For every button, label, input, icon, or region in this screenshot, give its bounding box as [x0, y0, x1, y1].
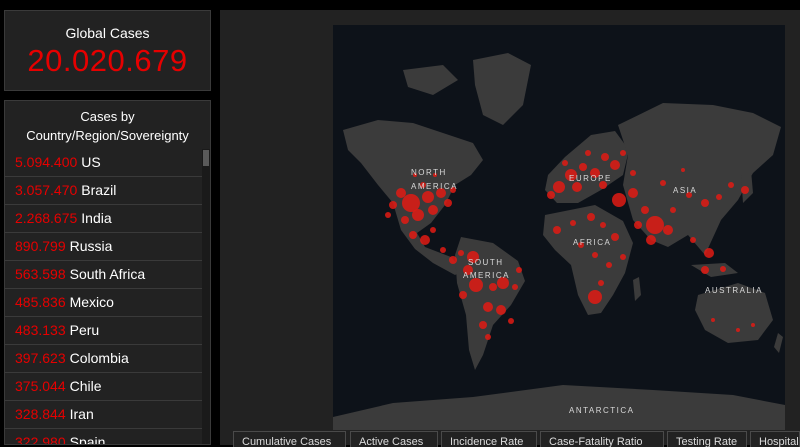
case-count: 483.133 — [15, 322, 66, 338]
list-item[interactable]: 483.133 Peru — [5, 317, 204, 345]
list-header-line2: Country/Region/Sovereignty — [26, 128, 189, 143]
list-item[interactable]: 890.799 Russia — [5, 233, 204, 261]
list-item[interactable]: 3.057.470 Brazil — [5, 177, 204, 205]
country-name: Peru — [69, 322, 100, 338]
case-count: 3.057.470 — [15, 182, 78, 198]
list-item[interactable]: 375.044 Chile — [5, 373, 204, 401]
list-scrollbar-thumb[interactable] — [203, 150, 209, 166]
country-name: Colombia — [69, 350, 129, 366]
list-item[interactable]: 2.268.675 India — [5, 205, 204, 233]
map-label-africa: AFRICA — [573, 238, 611, 247]
cases-by-country-panel: Cases by Country/Region/Sovereignty 5.09… — [4, 100, 211, 445]
country-name: Chile — [69, 378, 102, 394]
country-name: India — [81, 210, 112, 226]
country-name: Brazil — [81, 182, 117, 198]
map-label-north-america-2: AMERICA — [411, 182, 458, 191]
world-map-svg[interactable]: NORTH AMERICA EUROPE ASIA AFRICA SOUTH A… — [333, 25, 785, 430]
case-count: 375.044 — [15, 378, 66, 394]
case-count: 2.268.675 — [15, 210, 78, 226]
case-count: 485.836 — [15, 294, 66, 310]
case-count: 328.844 — [15, 406, 66, 422]
map-label-north-america-1: NORTH — [411, 168, 447, 177]
country-name: South Africa — [69, 266, 146, 282]
map-label-europe: EUROPE — [569, 174, 612, 183]
list-item[interactable]: 5.094.400 US — [5, 149, 204, 177]
country-name: Spain — [69, 434, 106, 445]
country-list: 5.094.400 US 3.057.470 Brazil 2.268.675 Ind… — [5, 149, 204, 445]
map-label-asia: ASIA — [673, 186, 697, 195]
list-header: Cases by Country/Region/Sovereignty — [5, 101, 210, 149]
list-scrollbar[interactable] — [202, 149, 210, 444]
country-name: US — [81, 154, 101, 170]
country-name: Russia — [69, 238, 113, 254]
case-count: 5.094.400 — [15, 154, 78, 170]
list-item[interactable]: 485.836 Mexico — [5, 289, 204, 317]
case-count: 563.598 — [15, 266, 66, 282]
list-item[interactable]: 328.844 Iran — [5, 401, 204, 429]
list-item[interactable]: 322.980 Spain — [5, 429, 204, 445]
global-cases-value: 20.020.679 — [27, 43, 188, 78]
country-name: Mexico — [69, 294, 114, 310]
global-cases-panel: Global Cases 20.020.679 — [4, 10, 211, 91]
case-count: 890.799 — [15, 238, 66, 254]
map-label-south-america-2: AMERICA — [463, 271, 510, 280]
list-item[interactable]: 563.598 South Africa — [5, 261, 204, 289]
list-item[interactable]: 397.623 Colombia — [5, 345, 204, 373]
map-label-south-america-1: SOUTH — [468, 258, 504, 267]
list-header-line1: Cases by — [80, 109, 135, 124]
world-map[interactable]: NORTH AMERICA EUROPE ASIA AFRICA SOUTH A… — [333, 25, 785, 430]
map-label-australia: AUSTRALIA — [705, 286, 763, 295]
map-label-antarctica: ANTARCTICA — [569, 406, 635, 415]
country-name: Iran — [69, 406, 94, 422]
case-count: 322.980 — [15, 434, 66, 445]
case-count: 397.623 — [15, 350, 66, 366]
global-cases-title: Global Cases — [65, 25, 150, 41]
